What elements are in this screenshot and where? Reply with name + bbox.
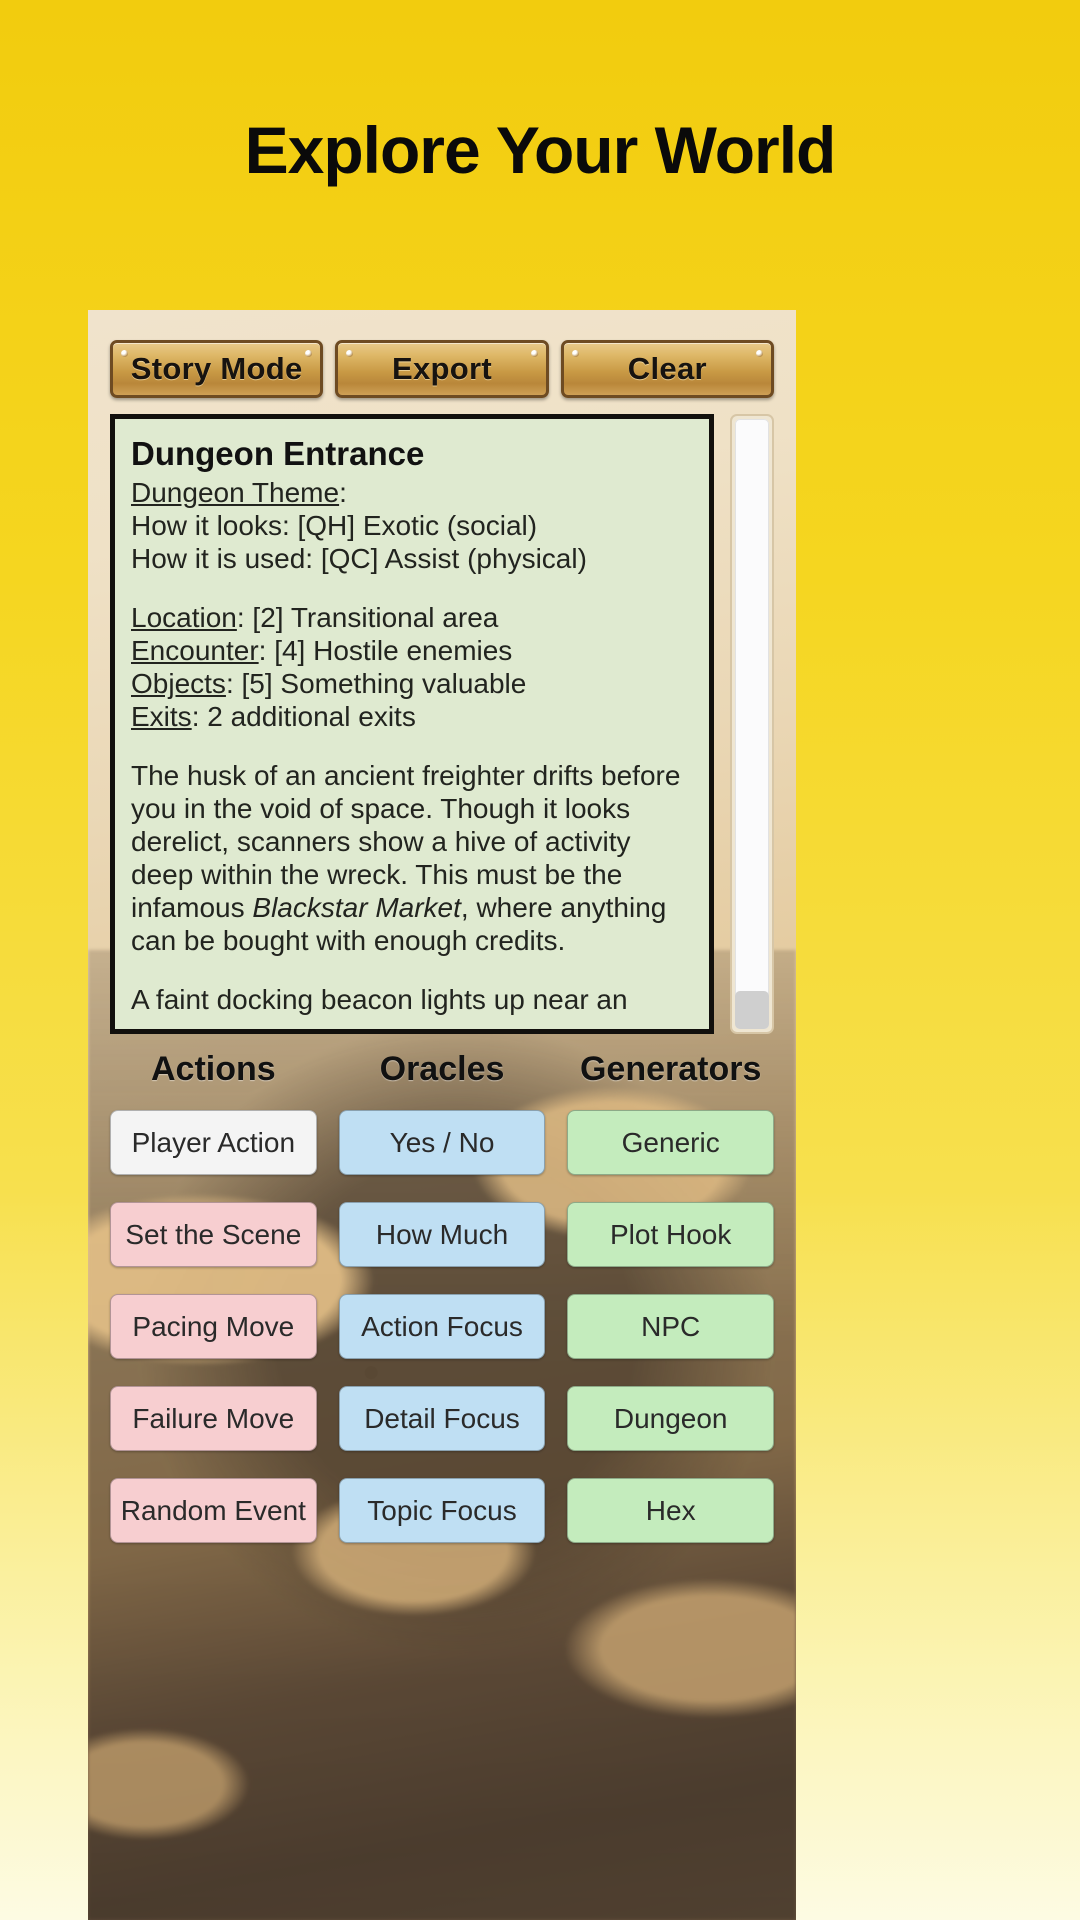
export-button[interactable]: Export <box>335 340 549 398</box>
button-label: How Much <box>375 1218 509 1250</box>
button-label: Player Action <box>131 1126 296 1158</box>
column-oracles: Yes / No How Much Action Focus Detail Focus… <box>338 1110 546 1543</box>
story-theme-label: Dungeon Theme <box>131 476 340 508</box>
story-mode-button[interactable]: Story Mode <box>110 340 324 398</box>
button-label: Failure Move <box>132 1402 295 1434</box>
clear-button[interactable]: Clear <box>560 340 774 398</box>
story-theme-colon: : <box>339 476 347 508</box>
story-field-label: Objects <box>131 668 226 700</box>
button-label: Generic <box>621 1126 720 1158</box>
column-header-oracles: Oracles <box>379 1050 505 1088</box>
scrollbar-thumb[interactable] <box>735 991 769 1029</box>
button-set-the-scene[interactable]: Set the Scene <box>110 1202 317 1267</box>
button-yes-no[interactable]: Yes / No <box>338 1110 546 1175</box>
button-generic[interactable]: Generic <box>567 1110 775 1175</box>
story-area: Dungeon Entrance Dungeon Theme: How it l… <box>110 414 774 1034</box>
story-field-value: : [4] Hostile enemies <box>258 635 513 667</box>
story-scrollbar[interactable] <box>730 414 774 1034</box>
story-field-label: Location <box>131 602 237 634</box>
button-label: NPC <box>641 1310 701 1342</box>
story-spacer-2 <box>131 733 693 759</box>
button-label: Random Event <box>120 1494 306 1526</box>
toolbar: Story Mode Export Clear <box>110 340 774 398</box>
story-field-value: : 2 additional exits <box>191 701 416 733</box>
button-action-focus[interactable]: Action Focus <box>338 1294 546 1359</box>
button-label: Set the Scene <box>125 1218 302 1250</box>
button-label: Yes / No <box>389 1126 495 1158</box>
button-random-event[interactable]: Random Event <box>110 1478 317 1543</box>
toolbar-button-label: Clear <box>627 351 707 386</box>
button-player-action[interactable]: Player Action <box>110 1110 317 1175</box>
story-field-encounter: Encounter: [4] Hostile enemies <box>131 634 693 667</box>
story-paragraph-2: A faint docking beacon lights up near an <box>131 984 628 1016</box>
story-field-list: Location: [2] Transitional area Encounter… <box>131 601 693 733</box>
scrollbar-track[interactable] <box>735 419 769 1029</box>
story-how-it-is-used: How it is used: [QC] Assist (physical) <box>131 543 587 574</box>
column-header-generators: Generators <box>579 1050 762 1088</box>
button-failure-move[interactable]: Failure Move <box>110 1386 317 1451</box>
story-text-content: Dungeon Entrance Dungeon Theme: How it l… <box>115 419 709 1016</box>
story-paragraph-1: The husk of an ancient freighter drifts … <box>131 759 693 957</box>
button-label: Plot Hook <box>609 1218 732 1250</box>
story-market-name: Blackstar Market <box>252 892 461 924</box>
story-field-label: Encounter <box>131 635 259 667</box>
button-label: Topic Focus <box>367 1494 517 1526</box>
button-npc[interactable]: NPC <box>567 1294 775 1359</box>
column-actions: Player Action Set the Scene Pacing Move Fai… <box>110 1110 317 1543</box>
story-field-value: : [5] Something valuable <box>225 668 527 700</box>
story-field-exits: Exits: 2 additional exits <box>131 700 693 733</box>
story-text-panel[interactable]: Dungeon Entrance Dungeon Theme: How it l… <box>110 414 714 1034</box>
story-spacer-3 <box>131 957 693 983</box>
story-spacer-1 <box>131 575 693 601</box>
button-dungeon[interactable]: Dungeon <box>567 1386 775 1451</box>
button-how-much[interactable]: How Much <box>338 1202 546 1267</box>
story-field-objects: Objects: [5] Something valuable <box>131 667 693 700</box>
app-screenshot-frame: Story Mode Export Clear Dungeon Entrance D… <box>88 310 796 1920</box>
story-field-value: : [2] Transitional area <box>236 602 499 634</box>
story-theme-line: Dungeon Theme: <box>131 476 693 509</box>
button-label: Pacing Move <box>132 1310 295 1342</box>
column-headers: Actions Oracles Generators <box>110 1050 774 1089</box>
column-generators: Generic Plot Hook NPC Dungeon Hex <box>567 1110 775 1543</box>
story-field-label: Exits <box>131 701 192 733</box>
story-how-it-looks: How it looks: [QH] Exotic (social) <box>131 509 538 541</box>
headline-banner: Explore Your World <box>0 0 1080 300</box>
button-label: Hex <box>645 1494 696 1526</box>
button-label: Action Focus <box>361 1310 523 1342</box>
button-plot-hook[interactable]: Plot Hook <box>567 1202 775 1267</box>
story-heading: Dungeon Entrance <box>131 435 425 472</box>
button-label: Detail Focus <box>364 1402 520 1434</box>
toolbar-button-label: Story Mode <box>130 351 303 386</box>
column-header-actions: Actions <box>150 1050 276 1088</box>
button-hex[interactable]: Hex <box>567 1478 775 1543</box>
button-pacing-move[interactable]: Pacing Move <box>110 1294 317 1359</box>
button-grid: Player Action Set the Scene Pacing Move Fai… <box>110 1110 775 1543</box>
story-field-location: Location: [2] Transitional area <box>131 601 693 634</box>
toolbar-button-label: Export <box>392 351 492 386</box>
button-label: Dungeon <box>613 1402 728 1434</box>
button-detail-focus[interactable]: Detail Focus <box>338 1386 546 1451</box>
button-topic-focus[interactable]: Topic Focus <box>338 1478 546 1543</box>
page-title: Explore Your World <box>244 113 837 187</box>
